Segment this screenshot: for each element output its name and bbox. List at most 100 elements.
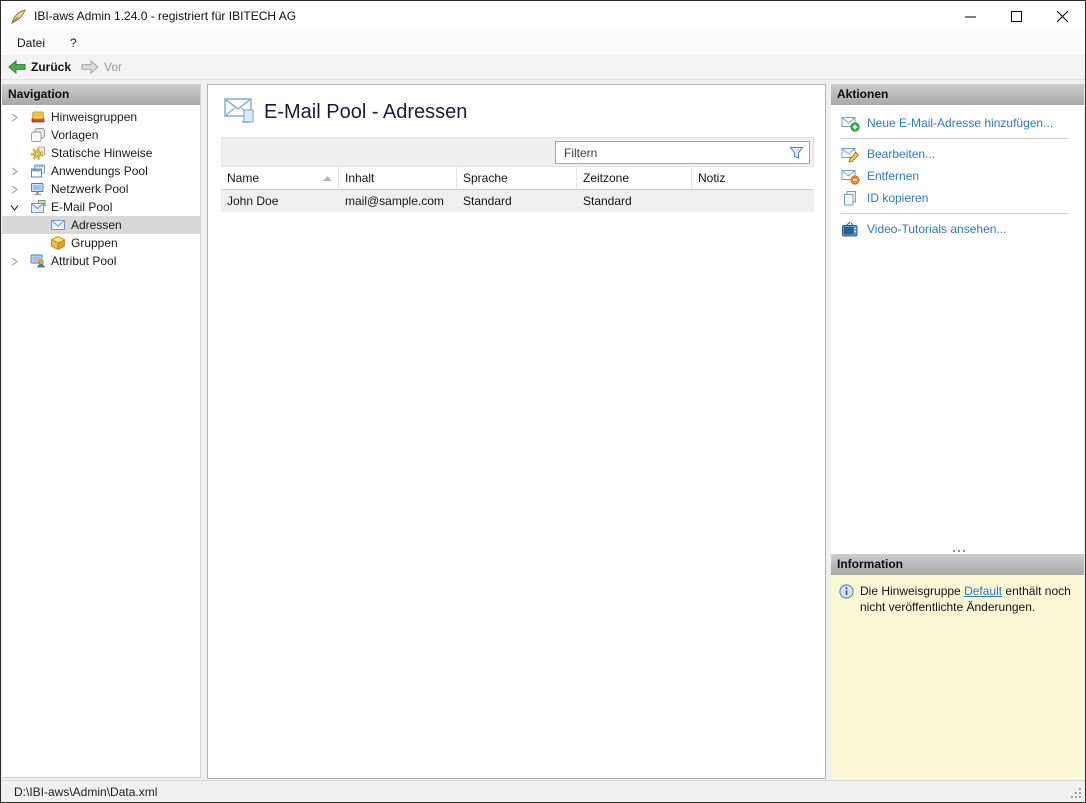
filter-box: [555, 141, 810, 164]
information-body: Die Hinweisgruppe Default enthält noch n…: [831, 575, 1084, 780]
data-file-path: D:\IBI-aws\Admin\Data.xml: [14, 784, 158, 799]
templates-icon: [30, 127, 47, 143]
column-header-sprache[interactable]: Sprache: [457, 167, 577, 189]
action-video-tutorials[interactable]: Video-Tutorials ansehen...: [831, 218, 1084, 240]
filter-bar: [221, 137, 814, 167]
cell-zeitzone: Standard: [583, 194, 632, 208]
close-button[interactable]: [1039, 1, 1085, 31]
nav-item-vorlagen[interactable]: Vorlagen: [2, 126, 200, 144]
nav-item-netzwerk-pool[interactable]: Netzwerk Pool: [2, 180, 200, 198]
video-tutorials-icon: [841, 221, 861, 238]
groups-icon: [50, 235, 67, 251]
forward-button[interactable]: Vor: [81, 60, 122, 74]
network-pool-icon: [30, 181, 47, 197]
cell-inhalt: mail@sample.com: [345, 194, 444, 208]
navigation-panel: Navigation Hinweisgruppen Vorlagen Stati…: [2, 84, 201, 778]
email-pool-header-icon: [224, 97, 258, 127]
nav-item-label: Adressen: [71, 218, 122, 232]
menu-help[interactable]: ?: [67, 34, 80, 52]
maximize-button[interactable]: [993, 1, 1039, 31]
nav-item-adressen[interactable]: Adressen: [2, 216, 200, 234]
forward-arrow-icon: [81, 60, 99, 74]
minimize-button[interactable]: [947, 1, 993, 31]
action-edit[interactable]: Bearbeiten...: [831, 143, 1084, 165]
action-add-email-address[interactable]: Neue E-Mail-Adresse hinzufügen...: [831, 112, 1084, 134]
addresses-icon: [50, 217, 67, 233]
content-panel: E-Mail Pool - Adressen Name Inhalt: [207, 84, 826, 779]
nav-item-label: Vorlagen: [51, 128, 99, 142]
table-header-row: Name Inhalt Sprache Zeitzone Notiz: [221, 167, 814, 190]
chevron-right-icon[interactable]: [10, 167, 30, 176]
application-pool-icon: [30, 163, 47, 179]
workspace: Navigation Hinweisgruppen Vorlagen Stati…: [1, 80, 1085, 780]
info-icon: [839, 584, 854, 599]
nav-item-anwendungs-pool[interactable]: Anwendungs Pool: [2, 162, 200, 180]
app-window: IBI-aws Admin 1.24.0 - registriert für I…: [0, 0, 1086, 803]
nav-item-label: Netzwerk Pool: [51, 182, 129, 196]
cell-name: John Doe: [227, 194, 279, 208]
forward-label: Vor: [104, 60, 123, 74]
action-label: Neue E-Mail-Adresse hinzufügen...: [867, 116, 1054, 130]
email-remove-icon: [841, 168, 861, 185]
chevron-down-icon[interactable]: [10, 203, 30, 212]
back-label: Zurück: [31, 60, 72, 74]
column-header-name[interactable]: Name: [221, 167, 339, 189]
column-header-inhalt[interactable]: Inhalt: [339, 167, 457, 189]
actions-separator: [841, 138, 1068, 139]
nav-item-gruppen[interactable]: Gruppen: [2, 234, 200, 252]
email-edit-icon: [841, 146, 861, 163]
information-panel: Information Die Hinweisgruppe Default en…: [831, 554, 1084, 780]
nav-item-label: Hinweisgruppen: [51, 110, 138, 124]
app-quill-icon: [10, 8, 27, 25]
content-header: E-Mail Pool - Adressen: [208, 85, 825, 137]
chevron-right-icon[interactable]: [10, 257, 30, 266]
nav-item-statische-hinweise[interactable]: Statische Hinweise: [2, 144, 200, 162]
action-label: Entfernen: [867, 169, 920, 183]
filter-funnel-icon[interactable]: [789, 146, 804, 160]
default-group-link[interactable]: Default: [964, 584, 1002, 598]
static-notices-icon: [30, 145, 47, 161]
addresses-table: Name Inhalt Sprache Zeitzone Notiz John …: [221, 167, 814, 212]
action-label: ID kopieren: [867, 191, 929, 205]
nav-item-attribut-pool[interactable]: Attribut Pool: [2, 252, 200, 270]
action-list: Neue E-Mail-Adresse hinzufügen... Bearbe…: [831, 105, 1084, 240]
back-button[interactable]: Zurück: [8, 60, 71, 74]
column-header-zeitzone[interactable]: Zeitzone: [577, 167, 692, 189]
actions-separator: [841, 213, 1068, 214]
back-arrow-icon: [8, 60, 26, 74]
cell-sprache: Standard: [463, 194, 512, 208]
page-title: E-Mail Pool - Adressen: [264, 101, 468, 123]
copy-icon: [841, 190, 861, 207]
information-header: Information: [831, 554, 1084, 575]
menu-datei[interactable]: Datei: [14, 34, 48, 52]
status-bar: D:\IBI-aws\Admin\Data.xml: [1, 780, 1085, 802]
chevron-right-icon[interactable]: [10, 113, 30, 122]
attribute-pool-icon: [30, 253, 47, 269]
action-copy-id[interactable]: ID kopieren: [831, 187, 1084, 209]
sort-ascending-icon: [323, 175, 332, 181]
nav-item-label: Attribut Pool: [51, 254, 117, 268]
email-add-icon: [841, 115, 861, 132]
column-header-notiz[interactable]: Notiz: [692, 167, 814, 189]
navigation-header: Navigation: [2, 84, 200, 105]
right-panel: Aktionen Neue E-Mail-Adresse hinzufügen.…: [831, 84, 1084, 780]
table-row[interactable]: John Doe mail@sample.com Standard Standa…: [221, 190, 814, 212]
filter-input[interactable]: [556, 142, 789, 163]
cell-notiz: [692, 190, 814, 212]
nav-toolbar: Zurück Vor: [1, 55, 1085, 80]
information-message: Die Hinweisgruppe Default enthält noch n…: [860, 584, 1071, 614]
panel-splitter-handle[interactable]: [957, 550, 960, 552]
title-bar[interactable]: IBI-aws Admin 1.24.0 - registriert für I…: [1, 1, 1085, 31]
action-label: Video-Tutorials ansehen...: [867, 222, 1007, 236]
notice-groups-icon: [30, 109, 47, 125]
email-pool-icon: [30, 199, 47, 215]
nav-item-hinweisgruppen[interactable]: Hinweisgruppen: [2, 108, 200, 126]
nav-item-email-pool[interactable]: E-Mail Pool: [2, 198, 200, 216]
action-remove[interactable]: Entfernen: [831, 165, 1084, 187]
resize-grip[interactable]: [1079, 796, 1081, 798]
nav-item-label: E-Mail Pool: [51, 200, 113, 214]
window-title: IBI-aws Admin 1.24.0 - registriert für I…: [34, 9, 297, 23]
chevron-right-icon[interactable]: [10, 185, 30, 194]
nav-item-label: Gruppen: [71, 236, 118, 250]
actions-header: Aktionen: [831, 84, 1084, 105]
